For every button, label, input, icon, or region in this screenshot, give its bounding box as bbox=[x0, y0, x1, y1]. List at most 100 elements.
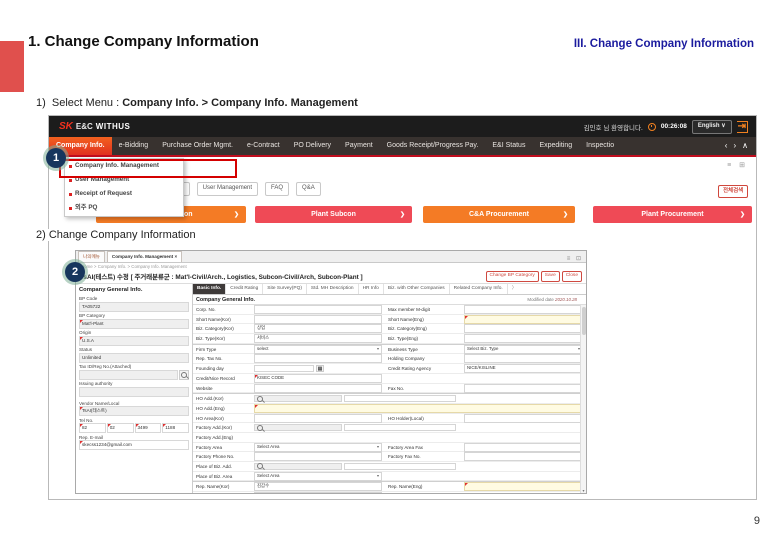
calendar-icon[interactable]: ▦ bbox=[316, 365, 324, 373]
tel-line-field[interactable]: 1188 bbox=[162, 423, 189, 433]
nav-collapse-icon[interactable]: ∧ bbox=[742, 137, 748, 155]
row-label: Max member M-digit bbox=[388, 307, 430, 312]
issuing-authority-field[interactable] bbox=[79, 386, 189, 397]
corp-no-field[interactable] bbox=[254, 305, 382, 314]
website-field[interactable] bbox=[254, 383, 382, 393]
nav-next-icon[interactable]: › bbox=[733, 137, 736, 155]
ho-area-kor-field[interactable] bbox=[254, 413, 382, 423]
tab-related-company-info[interactable]: Related Company Info. bbox=[450, 284, 508, 294]
factory-area-fax-field[interactable] bbox=[464, 442, 583, 452]
tab-my-menu[interactable]: 나의메뉴 bbox=[78, 251, 105, 262]
nav-e-contract[interactable]: e-Contract bbox=[240, 137, 287, 155]
status-field[interactable]: Unlimited bbox=[79, 352, 189, 363]
global-search-button[interactable]: 전체검색 bbox=[718, 185, 749, 198]
menu-item-outsourcing-pq[interactable]: 외주 PQ bbox=[65, 201, 183, 215]
tab-hr-info[interactable]: HR Info bbox=[359, 284, 384, 294]
origin-field[interactable]: U.S.A bbox=[79, 335, 189, 346]
tel-prefix-field[interactable]: 3499 bbox=[134, 423, 162, 433]
tab-std-mh-description[interactable]: Std. MH Description bbox=[307, 284, 359, 294]
chevron-down-icon: ∨ bbox=[721, 122, 726, 129]
quick-user-management-button[interactable]: User Management bbox=[196, 182, 259, 196]
factory-add-kor-field[interactable] bbox=[344, 424, 456, 432]
left-panel-header: Company General Info. bbox=[79, 287, 143, 293]
place-of-biz-add-search[interactable] bbox=[254, 462, 342, 470]
short-name-eng-field[interactable] bbox=[464, 314, 583, 324]
scroll-down-icon[interactable]: ▾ bbox=[581, 488, 586, 493]
rep-name-eng-field[interactable] bbox=[464, 482, 583, 492]
nav-expediting[interactable]: Expediting bbox=[532, 137, 579, 155]
nav-purchase-order-mgmt[interactable]: Purchase Order Mgmt. bbox=[155, 137, 240, 155]
banner-plant-procurement[interactable]: Plant Procurement ❯ bbox=[593, 206, 752, 223]
tab-site-survey[interactable]: Site Survey(PQ) bbox=[263, 284, 307, 294]
tax-id-field[interactable] bbox=[79, 369, 178, 380]
holding-company-field[interactable] bbox=[464, 354, 583, 364]
firm-type-select[interactable]: select bbox=[254, 344, 382, 354]
biz-type-eng-field[interactable] bbox=[464, 334, 583, 344]
content-view-icons[interactable]: ≡ ⊞ bbox=[727, 161, 748, 169]
ho-add-kor-search[interactable] bbox=[254, 395, 342, 403]
ho-add-eng-field[interactable] bbox=[254, 403, 583, 413]
row-label: Place of Biz. Area bbox=[196, 473, 233, 479]
max-member-field[interactable] bbox=[464, 305, 583, 314]
menu-item-receipt-of-request[interactable]: Receipt of Request bbox=[65, 187, 183, 201]
scrollbar-thumb[interactable] bbox=[582, 307, 586, 335]
place-of-biz-add-field[interactable] bbox=[344, 462, 456, 470]
rep-tax-no-field[interactable] bbox=[254, 354, 382, 364]
callout-2: 2 bbox=[65, 262, 85, 282]
nav-e-bidding[interactable]: e-Bidding bbox=[112, 137, 156, 155]
founding-day-field[interactable] bbox=[254, 365, 314, 373]
short-name-kor-field[interactable] bbox=[254, 314, 382, 324]
ho-add-kor-field[interactable] bbox=[344, 395, 456, 403]
tabs-more-icon[interactable]: 〉 bbox=[508, 284, 521, 294]
change-bp-category-button[interactable]: Change BP Category bbox=[485, 271, 539, 282]
quick-qna-button[interactable]: Q&A bbox=[296, 182, 321, 196]
factory-fax-field[interactable] bbox=[464, 452, 583, 462]
row-label: HO Add.(Kor) bbox=[196, 396, 224, 402]
fax-no-field[interactable] bbox=[464, 383, 583, 393]
quick-faq-button[interactable]: FAQ bbox=[265, 182, 290, 196]
bp-category-field[interactable]: Mat'l-Plant bbox=[79, 318, 189, 329]
banner-ca-procurement[interactable]: C&A Procurement ❯ bbox=[423, 206, 575, 223]
ho-holder-local-field[interactable] bbox=[464, 413, 583, 423]
tab-biz-other-companies[interactable]: Biz. with Other Companies bbox=[384, 284, 450, 294]
tabstrip-icons[interactable]: ≡ ⊡ bbox=[567, 255, 583, 262]
rep-email-field[interactable]: skecss1234@gmail.com bbox=[79, 440, 189, 450]
bp-code-field[interactable]: TA05722 bbox=[79, 301, 189, 312]
tab-company-info-management[interactable]: Company Info. Management × bbox=[106, 251, 183, 262]
nav-po-delivery[interactable]: PO Delivery bbox=[287, 137, 338, 155]
row-label: Factory Add.(Kor) bbox=[196, 425, 232, 431]
credit-record-field[interactable]: KISEC CODE bbox=[254, 373, 382, 383]
biz-category-kor-field[interactable]: 상업 bbox=[254, 324, 382, 334]
language-select[interactable]: English ∨ bbox=[691, 119, 732, 134]
tel-country-field[interactable]: 82 bbox=[79, 423, 106, 433]
tab-basic-info[interactable]: Basic Info. bbox=[193, 284, 227, 294]
credit-rating-agency-field[interactable]: NICE/KISLINE bbox=[464, 364, 583, 374]
factory-add-kor-search[interactable] bbox=[254, 424, 342, 432]
business-type-select[interactable]: Select Biz. Type bbox=[464, 344, 583, 354]
rep-homephone-field[interactable] bbox=[254, 492, 382, 493]
factory-area-select[interactable]: Select Area bbox=[254, 442, 382, 452]
place-of-biz-area-select[interactable]: Select Area bbox=[254, 471, 382, 481]
save-button[interactable]: Save bbox=[540, 271, 560, 282]
vendor-name-field[interactable]: TsAI(테스트) bbox=[79, 406, 189, 416]
scrollbar[interactable]: ▾ bbox=[580, 305, 586, 493]
search-icon[interactable] bbox=[179, 369, 189, 380]
search-icon bbox=[257, 463, 263, 470]
sk-ec-withus-logo[interactable]: SK E&C WITHUS bbox=[49, 121, 130, 132]
tab-credit-rating[interactable]: Credit Rating bbox=[226, 284, 264, 294]
close-button[interactable]: Close bbox=[561, 271, 582, 282]
factory-phone-field[interactable] bbox=[254, 452, 382, 462]
rep-name-kor-field[interactable]: 김갑수 bbox=[254, 482, 382, 492]
biz-type-kor-field[interactable]: 서비스 bbox=[254, 334, 382, 344]
nav-goods-receipt[interactable]: Goods Receipt/Progress Pay. bbox=[380, 137, 486, 155]
tel-area-field[interactable]: 02 bbox=[106, 423, 134, 433]
row-label: HO Area(Kor) bbox=[196, 415, 224, 421]
accent-bar bbox=[0, 41, 24, 92]
banner-plant-subcon[interactable]: Plant Subcon ❯ bbox=[255, 206, 412, 223]
nav-payment[interactable]: Payment bbox=[338, 137, 380, 155]
nav-ei-status[interactable]: E&I Status bbox=[485, 137, 532, 155]
biz-category-eng-field[interactable] bbox=[464, 324, 583, 334]
nav-inspection[interactable]: Inspectio bbox=[579, 137, 621, 155]
nav-prev-icon[interactable]: ‹ bbox=[725, 137, 728, 155]
logout-icon[interactable]: ⇥ bbox=[736, 120, 748, 133]
